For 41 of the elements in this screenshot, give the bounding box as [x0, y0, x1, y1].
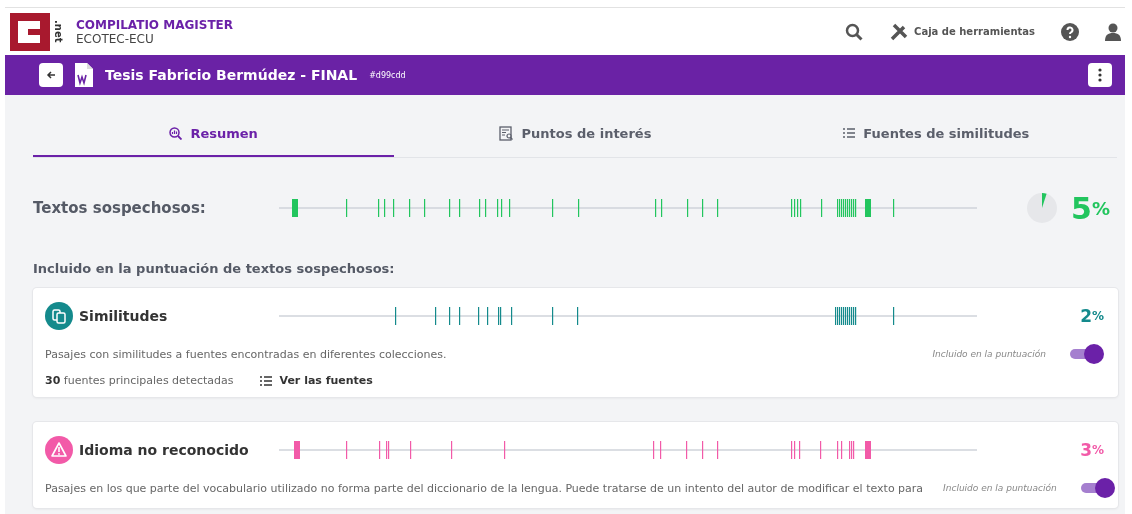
list-icon [259, 375, 272, 386]
percent-sign: % [1091, 309, 1104, 323]
card-title: Idioma no reconocido [79, 442, 250, 458]
organization-name: ECOTEC-ECU [76, 31, 155, 46]
tab[interactable]: Resumen [33, 111, 395, 157]
document-id: #d99cdd [369, 70, 406, 80]
document-title: Tesis Fabricio Bermúdez - FINAL [105, 67, 358, 83]
toggle-switch[interactable] [1080, 478, 1115, 498]
chart-search-icon [169, 126, 183, 140]
toggle-label: Incluido en la puntuación [932, 349, 1046, 359]
card-description: Pasajes en los que parte del vocabulario utilizado no forma parte del diccionario de la lengua. Puede tratarse de un intento del autor de modificar el texto para [45, 481, 924, 495]
user-icon[interactable] [1105, 22, 1121, 41]
more-icon [1098, 68, 1102, 82]
card-title: Similitudes [79, 308, 169, 324]
list-icon [843, 128, 856, 138]
help-icon[interactable] [1061, 22, 1079, 41]
toolbox-button[interactable]: Caja de herramientas [889, 21, 1035, 42]
search-icon[interactable] [845, 22, 864, 41]
more-menu-button[interactable] [1088, 63, 1112, 87]
section-title: Incluido en la puntuación de textos sospechosos: [33, 261, 395, 276]
suspicious-texts-label: Textos sospechosos: [33, 199, 207, 217]
word-document-icon [75, 63, 93, 87]
back-button[interactable] [39, 63, 63, 87]
logo-icon [10, 12, 50, 51]
criterion-percent: 3 [1080, 440, 1092, 460]
view-sources-link[interactable]: Ver las fuentes [259, 374, 373, 387]
criterion-percent: 2 [1080, 306, 1092, 326]
percent-sign: % [1091, 443, 1104, 457]
document-search-icon [498, 125, 514, 141]
card-description: Pasajes con similitudes a fuentes encontradas en diferentes colecciones. [45, 347, 447, 361]
product-name: COMPILATIO MAGISTER [76, 17, 234, 32]
score-pie-icon [1027, 193, 1058, 223]
sources-count-text: 30 fuentes principales detectadas [45, 374, 234, 387]
tab[interactable]: Puntos de interés [394, 111, 756, 157]
toggle-label: Incluido en la puntuación [943, 483, 1057, 493]
toggle-switch[interactable] [1070, 344, 1104, 364]
logo-text: .net [52, 20, 64, 43]
back-arrow-icon [46, 70, 56, 80]
score-percent: 5 [1071, 190, 1092, 226]
tab[interactable]: Fuentes de similitudes [755, 111, 1117, 157]
percent-sign: % [1091, 197, 1110, 219]
